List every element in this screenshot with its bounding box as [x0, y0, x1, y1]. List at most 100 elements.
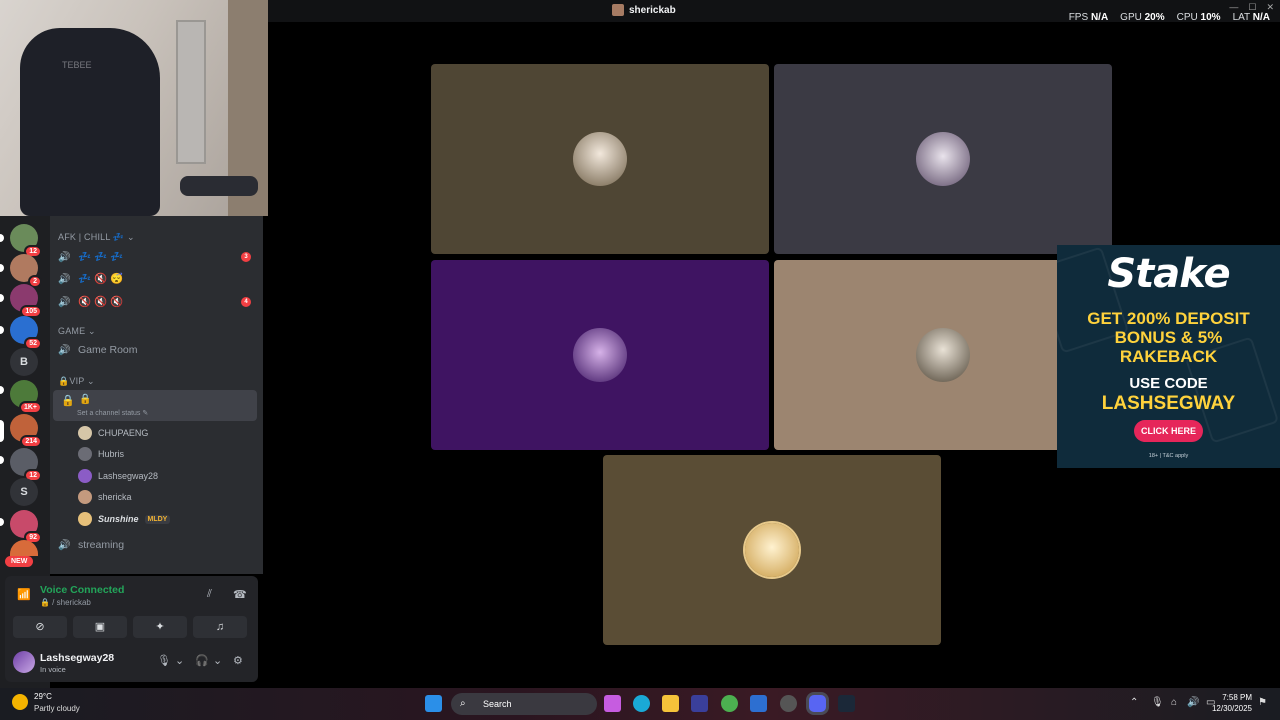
- channel-avatar: [612, 4, 624, 16]
- voice-channel-afk-2[interactable]: 🔊 💤 🔇 😴: [58, 272, 123, 285]
- unread-pill: [0, 386, 4, 394]
- ad-fine-print: 18+ | T&C apply: [1148, 453, 1189, 459]
- member-tag: MLDY: [144, 514, 171, 524]
- microphone-icon[interactable]: 🎙: [1151, 697, 1164, 708]
- new-badge: NEW: [5, 556, 34, 567]
- steam-icon[interactable]: [838, 695, 855, 712]
- discord-icon[interactable]: [809, 695, 826, 712]
- avatar: [916, 132, 970, 186]
- avatar: [78, 469, 92, 483]
- participant-tile[interactable]: [774, 64, 1112, 254]
- chrome-icon[interactable]: [721, 695, 738, 712]
- channel-name: Game Room: [78, 344, 138, 356]
- headphones-icon[interactable]: 🎧: [195, 654, 209, 667]
- app-icon[interactable]: [780, 695, 797, 712]
- server-icon-10[interactable]: 92: [10, 510, 42, 544]
- stake-logo: Stake: [1107, 251, 1230, 297]
- channel-status-hint[interactable]: Set a channel status ✎: [77, 409, 148, 417]
- voice-member[interactable]: Hubris: [78, 447, 124, 461]
- server-icon-2[interactable]: 2: [10, 254, 42, 288]
- signal-icon[interactable]: 📶: [17, 588, 31, 601]
- window-title: sherickab: [612, 4, 676, 16]
- category-afk[interactable]: AFK | CHILL 💤 ⌄: [58, 232, 135, 243]
- mail-icon[interactable]: [750, 695, 767, 712]
- unread-pill: [0, 326, 4, 334]
- chevron-up-icon[interactable]: ⌃: [1130, 697, 1138, 708]
- current-user-name[interactable]: Lashsegway28: [40, 652, 114, 664]
- unread-pill: [0, 294, 4, 302]
- store-icon[interactable]: [691, 695, 708, 712]
- disconnect-icon[interactable]: ☎: [233, 588, 247, 601]
- network-icon[interactable]: ⌂: [1171, 697, 1177, 708]
- start-icon[interactable]: [425, 695, 442, 712]
- category-game[interactable]: GAME ⌄: [58, 326, 96, 337]
- gear-icon[interactable]: ⚙: [233, 654, 243, 667]
- unread-pill: [0, 264, 4, 272]
- category-vip[interactable]: 🔒VIP ⌄: [58, 376, 95, 387]
- voice-channel-game-room[interactable]: 🔊 Game Room: [58, 344, 138, 356]
- notification-icon[interactable]: ⚑: [1258, 697, 1267, 708]
- ad-cta-button[interactable]: CLICK HERE: [1134, 420, 1203, 442]
- voice-status-title[interactable]: Voice Connected: [40, 584, 124, 596]
- voice-channel-afk-1[interactable]: 🔊 💤 💤 💤: [58, 250, 123, 263]
- server-icon-6[interactable]: 1K+: [10, 380, 42, 414]
- microphone-icon[interactable]: 🎙: [157, 654, 171, 667]
- voice-channel-afk-3[interactable]: 🔊 🔇 🔇 🔇: [58, 295, 123, 308]
- participant-tile[interactable]: [603, 455, 941, 645]
- server-icon-1[interactable]: 12: [10, 224, 42, 258]
- voice-member[interactable]: Lashsegway28: [78, 469, 158, 483]
- webcam-chair-arm: [180, 176, 258, 196]
- window-title-text: sherickab: [629, 4, 676, 16]
- chevron-down-icon[interactable]: ⌄: [175, 654, 184, 667]
- activities-button[interactable]: ✦: [133, 616, 187, 638]
- server-icon-3[interactable]: 105: [10, 284, 42, 318]
- copilot-icon[interactable]: [604, 695, 621, 712]
- speaker-icon: 🔊: [58, 296, 71, 308]
- unread-count-badge: 3: [241, 252, 251, 262]
- edge-icon[interactable]: [633, 695, 650, 712]
- voice-channel-streaming[interactable]: 🔊 streaming: [58, 539, 124, 551]
- voice-channel-path[interactable]: 🔒 / sherickab: [40, 598, 91, 607]
- title-bar: sherickab — ☐ ✕ FPS N/A GPU 20% CPU 10% …: [268, 0, 1280, 23]
- participant-tile[interactable]: [431, 64, 769, 254]
- voice-member[interactable]: shericka: [78, 490, 132, 504]
- voice-channel-vip-active[interactable]: 🔒 🔒 Set a channel status ✎: [53, 390, 257, 421]
- mention-badge: 1K+: [18, 401, 42, 414]
- channel-list: AFK | CHILL 💤 ⌄ 🔊 💤 💤 💤 3 🔊 💤 🔇 😴 🔊 🔇 🔇 …: [50, 216, 263, 574]
- webcam-door: [176, 20, 206, 164]
- volume-icon[interactable]: 🔊: [1187, 697, 1199, 708]
- server-icon-4[interactable]: 52: [10, 316, 42, 350]
- unread-pill: [0, 456, 4, 464]
- participant-tile[interactable]: [431, 260, 769, 450]
- speaker-icon: 🔊: [58, 540, 71, 551]
- channel-name: 🔇 🔇 🔇: [78, 296, 124, 308]
- camera-button[interactable]: ⊘: [13, 616, 67, 638]
- soundboard-button[interactable]: ♫: [193, 616, 247, 638]
- search-input[interactable]: ⌕ Search: [451, 693, 597, 715]
- screen-share-button[interactable]: ▣: [73, 616, 127, 638]
- selected-pill: [0, 420, 4, 442]
- avatar: [78, 447, 92, 461]
- noise-suppression-icon[interactable]: ⫽: [207, 588, 212, 601]
- search-icon: ⌕: [460, 698, 466, 709]
- weather-widget[interactable]: 29°C Partly cloudy: [12, 692, 80, 713]
- voice-member[interactable]: Sunshine MLDY: [78, 512, 171, 526]
- perf-cpu: CPU 10%: [1176, 12, 1221, 23]
- clock[interactable]: 7:58 PM 12/30/2025: [1212, 692, 1252, 714]
- server-icon-7[interactable]: 214: [10, 414, 42, 448]
- server-icon-8[interactable]: 12: [10, 448, 42, 482]
- file-explorer-icon[interactable]: [662, 695, 679, 712]
- avatar[interactable]: [13, 651, 35, 673]
- webcam-overlay: TEBEE: [0, 0, 268, 216]
- perf-fps: FPS N/A: [1068, 12, 1109, 23]
- channel-name: 💤 🔇 😴: [78, 273, 124, 285]
- server-icon-9[interactable]: S: [10, 478, 38, 506]
- perf-gpu: GPU 20%: [1120, 12, 1165, 23]
- voice-member[interactable]: CHUPAENG: [78, 426, 148, 440]
- ad-headline: GET 200% DEPOSIT BONUS & 5% RAKEBACK: [1087, 309, 1250, 366]
- avatar: [78, 512, 92, 526]
- avatar: [573, 132, 627, 186]
- sponsor-ad[interactable]: Stake GET 200% DEPOSIT BONUS & 5% RAKEBACK…: [1057, 245, 1280, 468]
- chevron-down-icon[interactable]: ⌄: [213, 654, 222, 667]
- server-icon-5[interactable]: B: [10, 348, 38, 376]
